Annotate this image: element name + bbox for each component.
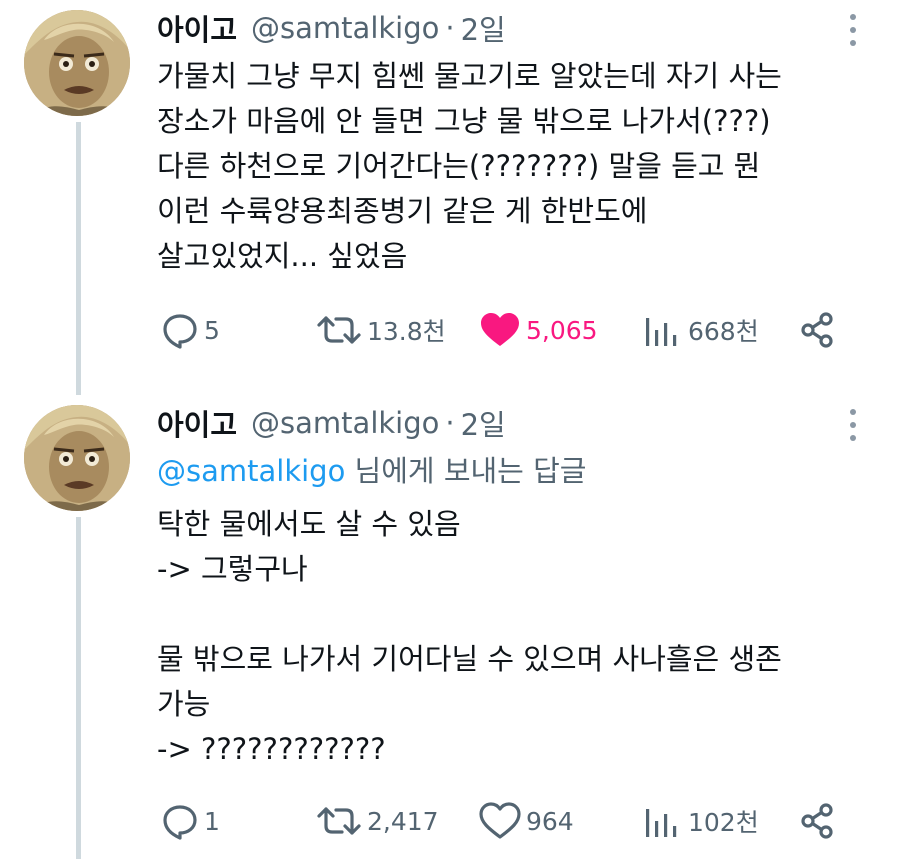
timestamp[interactable]: 2일 bbox=[461, 402, 506, 444]
views-button[interactable]: 668천 bbox=[640, 306, 759, 354]
tweet-text-line: 가능 bbox=[157, 687, 211, 721]
retweet-button[interactable]: 13.8천 bbox=[315, 306, 446, 354]
separator: · bbox=[445, 11, 455, 45]
views-count: 668천 bbox=[688, 317, 759, 346]
tweet-text-line: 이런 수륙양용최종병기 같은 게 한반도에 bbox=[157, 194, 648, 228]
thread-line bbox=[76, 517, 81, 859]
share-icon bbox=[801, 803, 833, 839]
author-name[interactable]: 아이고 bbox=[157, 7, 237, 49]
reply-button[interactable]: 1 bbox=[160, 797, 220, 845]
views-count: 102천 bbox=[688, 808, 759, 837]
like-count: 5,065 bbox=[526, 315, 598, 345]
tweet-text-line: 다른 하천으로 기어간다는(???????) 말을 듣고 뭔 bbox=[157, 149, 761, 183]
retweet-icon bbox=[317, 316, 361, 344]
views-chart-icon bbox=[646, 809, 677, 837]
like-button[interactable]: 964 bbox=[478, 797, 574, 845]
avatar-image bbox=[24, 405, 130, 511]
tweet[interactable]: 아이고 @samtalkigo · 2일 @samtalkigo 님에게 보내는… bbox=[0, 395, 900, 859]
author-handle[interactable]: @samtalkigo bbox=[251, 406, 439, 440]
more-options-icon[interactable] bbox=[848, 409, 858, 443]
action-bar: 5 13.8천 5,065 668천 bbox=[160, 306, 860, 354]
tweet-text-line: 탁한 물에서도 살 수 있음 bbox=[157, 507, 461, 541]
reply-to-label: 님에게 보내는 답글 bbox=[345, 454, 587, 488]
reply-icon bbox=[163, 314, 197, 349]
author-handle[interactable]: @samtalkigo bbox=[251, 11, 439, 45]
tweet[interactable]: 아이고 @samtalkigo · 2일 가물치 그냥 무지 힘쎈 물고기로 알… bbox=[0, 0, 900, 395]
tweet-header: 아이고 @samtalkigo · 2일 bbox=[157, 8, 506, 48]
views-button[interactable]: 102천 bbox=[640, 797, 759, 845]
tweet-text-line: -> ???????????? bbox=[157, 732, 386, 766]
tweet-text-line bbox=[157, 592, 857, 637]
separator: · bbox=[445, 406, 455, 440]
tweet-text-line: -> 그렇구나 bbox=[157, 552, 308, 586]
share-icon bbox=[801, 312, 833, 348]
heart-icon bbox=[479, 802, 521, 839]
author-name[interactable]: 아이고 bbox=[157, 402, 237, 444]
thread-line bbox=[76, 122, 81, 395]
avatar-image bbox=[24, 10, 130, 116]
avatar[interactable] bbox=[24, 10, 130, 116]
share-button[interactable] bbox=[798, 306, 838, 354]
retweet-button[interactable]: 2,417 bbox=[315, 797, 439, 845]
tweet-text: 가물치 그냥 무지 힘쎈 물고기로 알았는데 자기 사는 장소가 마음에 안 들… bbox=[157, 54, 857, 279]
more-options-icon[interactable] bbox=[848, 14, 858, 48]
timestamp[interactable]: 2일 bbox=[461, 7, 506, 49]
reply-icon bbox=[163, 805, 197, 840]
heart-filled-icon bbox=[481, 313, 519, 346]
retweet-count: 13.8천 bbox=[367, 317, 446, 346]
retweet-icon bbox=[317, 807, 361, 835]
reply-count: 1 bbox=[204, 806, 220, 836]
tweet-header: 아이고 @samtalkigo · 2일 bbox=[157, 403, 506, 443]
share-button[interactable] bbox=[798, 797, 838, 845]
reply-to-line: @samtalkigo 님에게 보내는 답글 bbox=[157, 449, 857, 494]
avatar[interactable] bbox=[24, 405, 130, 511]
views-chart-icon bbox=[646, 318, 677, 346]
tweet-text-line: 가물치 그냥 무지 힘쎈 물고기로 알았는데 자기 사는 bbox=[157, 59, 782, 93]
reply-count: 5 bbox=[204, 315, 220, 345]
tweet-text: @samtalkigo 님에게 보내는 답글 탁한 물에서도 살 수 있음 ->… bbox=[157, 449, 857, 772]
tweet-text-line: 장소가 마음에 안 들면 그냥 물 밖으로 나가서(???) bbox=[157, 104, 771, 138]
like-count: 964 bbox=[526, 806, 574, 836]
retweet-count: 2,417 bbox=[367, 806, 439, 836]
tweet-text-line: 살고있었지... 싶었음 bbox=[157, 239, 408, 273]
like-button[interactable]: 5,065 bbox=[478, 306, 598, 354]
tweet-text-line: 물 밖으로 나가서 기어다닐 수 있으며 사나흘은 생존 bbox=[157, 642, 782, 676]
mention-link[interactable]: @samtalkigo bbox=[157, 454, 345, 488]
reply-button[interactable]: 5 bbox=[160, 306, 220, 354]
action-bar: 1 2,417 964 102천 bbox=[160, 797, 860, 845]
